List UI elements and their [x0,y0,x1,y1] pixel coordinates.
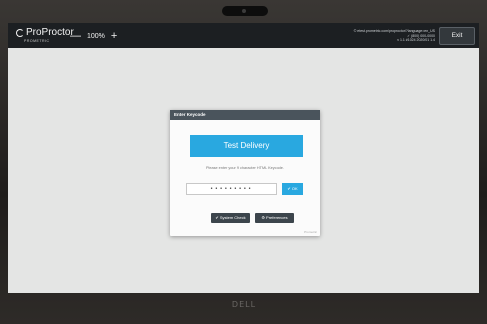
test-delivery-button[interactable]: Test Delivery [190,135,303,157]
session-info-version: v 1.1 #1024 2020/01 1.4 [397,38,435,42]
zoom-in-button[interactable]: + [111,30,117,42]
preferences-button[interactable]: ⚙ Preferences [255,213,294,223]
logo-text: ProProctor [26,27,74,38]
laptop-bezel: ProProctor PROMETRIC — 100% + © etest.pr… [0,0,487,324]
session-info: © etest.prometric.com/proproctor/?langua… [354,29,435,43]
enter-keycode-dialog: Enter Keycode Test Delivery Please enter… [170,110,320,236]
dialog-title: Enter Keycode [170,110,320,120]
dell-logo: DELL [231,300,257,309]
zoom-controls: — 100% + [70,29,117,43]
proproctor-logo: ProProctor [16,27,74,38]
system-check-button[interactable]: ✔ System Check [211,213,250,223]
ok-button[interactable]: ✔ OK [282,183,303,195]
logo-subtitle: PROMETRIC [24,39,50,43]
screen: ProProctor PROMETRIC — 100% + © etest.pr… [8,23,479,293]
webcam-icon [222,6,268,16]
zoom-level: 100% [87,32,105,40]
zoom-out-button[interactable]: — [70,30,81,42]
keycode-input[interactable] [186,183,277,195]
session-info-url: © etest.prometric.com/proproctor/?langua… [353,29,435,33]
logo-ring-icon [16,28,24,37]
exit-button[interactable]: Exit [439,27,475,45]
top-toolbar: ProProctor PROMETRIC — 100% + © etest.pr… [8,23,479,48]
keycode-hint: Please enter your 9 character HTML Keyco… [206,166,284,170]
dialog-footer-text: Prometric [304,230,317,234]
